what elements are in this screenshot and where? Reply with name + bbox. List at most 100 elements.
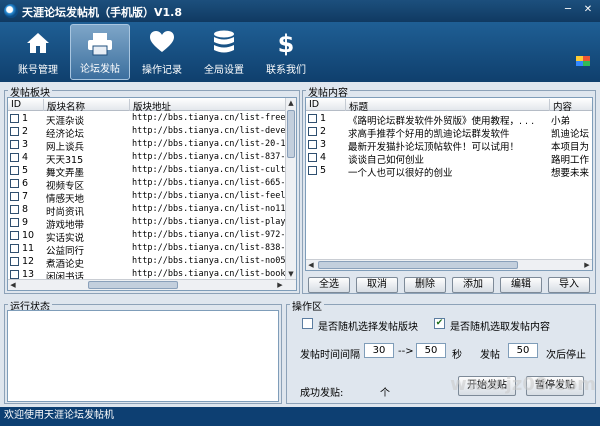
- scroll-right-icon[interactable]: ▶: [582, 260, 592, 270]
- random-board-checkbox[interactable]: [302, 318, 313, 329]
- posts-col-title[interactable]: 标题: [346, 99, 550, 111]
- boards-col-name[interactable]: 版块名称: [44, 99, 130, 111]
- status-bar: 欢迎使用天涯论坛发帖机: [0, 407, 600, 426]
- toolbar-settings-button[interactable]: 全局设置: [194, 24, 254, 80]
- board-id-text: 3: [22, 139, 29, 150]
- boards-vscroll-thumb[interactable]: [287, 110, 295, 158]
- success-label: 成功发贴:: [300, 388, 344, 399]
- post-id: 1: [308, 113, 346, 124]
- boards-hscroll-thumb[interactable]: [88, 281, 178, 289]
- post-row-checkbox[interactable]: [308, 153, 317, 162]
- board-row[interactable]: 2 经济论坛 http://bbs.tianya.cn/list-develo: [8, 125, 287, 140]
- board-id-text: 7: [22, 191, 29, 202]
- close-button[interactable]: ✕: [580, 3, 596, 17]
- toolbar-account-button[interactable]: 账号管理: [8, 24, 68, 80]
- import-button[interactable]: 导入: [548, 277, 590, 293]
- toolbar-log-button[interactable]: 操作记录: [132, 24, 192, 80]
- board-row-checkbox[interactable]: [10, 127, 19, 136]
- post-content: 想要未来: [551, 168, 590, 179]
- post-row-checkbox[interactable]: [308, 166, 317, 175]
- board-row[interactable]: 4 天天315 http://bbs.tianya.cn/list-837-1.: [8, 151, 287, 166]
- board-row[interactable]: 12 煮酒论史 http://bbs.tianya.cn/list-no05-1: [8, 255, 287, 270]
- post-row-checkbox[interactable]: [308, 114, 317, 123]
- board-url: http://bbs.tianya.cn/list-no05-1: [132, 256, 287, 266]
- board-id-text: 2: [22, 126, 29, 137]
- scroll-left-icon[interactable]: ◀: [306, 260, 316, 270]
- scroll-up-icon[interactable]: ▲: [286, 98, 296, 108]
- count-input[interactable]: 50: [508, 343, 538, 358]
- board-row-checkbox[interactable]: [10, 218, 19, 227]
- post-id-text: 2: [320, 126, 327, 137]
- board-row-checkbox[interactable]: [10, 192, 19, 201]
- board-row-checkbox[interactable]: [10, 205, 19, 214]
- board-row-checkbox[interactable]: [10, 179, 19, 188]
- board-row[interactable]: 6 视频专区 http://bbs.tianya.cn/list-665-1.: [8, 177, 287, 192]
- board-row-checkbox[interactable]: [10, 166, 19, 175]
- post-id: 2: [308, 126, 346, 137]
- random-content-checkbox[interactable]: ✔: [434, 318, 445, 329]
- board-row[interactable]: 3 网上谈兵 http://bbs.tianya.cn/list-20-1.s: [8, 138, 287, 153]
- board-row-checkbox[interactable]: [10, 153, 19, 162]
- interval-max-input[interactable]: 50: [416, 343, 446, 358]
- interval-min-input[interactable]: 30: [364, 343, 394, 358]
- board-row-checkbox[interactable]: [10, 231, 19, 240]
- scroll-down-icon[interactable]: ▼: [286, 269, 296, 279]
- posts-col-content[interactable]: 内容: [550, 99, 592, 111]
- cancel-button[interactable]: 取消: [356, 277, 398, 293]
- board-id: 7: [10, 191, 44, 202]
- log-textarea[interactable]: [7, 310, 279, 402]
- board-row[interactable]: 5 舞文弄墨 http://bbs.tianya.cn/list-cultur: [8, 164, 287, 179]
- board-id: 3: [10, 139, 44, 150]
- board-id: 6: [10, 178, 44, 189]
- board-id: 9: [10, 217, 44, 228]
- post-row-checkbox[interactable]: [308, 127, 317, 136]
- board-id: 11: [10, 243, 44, 254]
- post-row[interactable]: 2 求高手推荐个好用的凯迪论坛群发软件 凯迪论坛: [306, 125, 592, 140]
- board-row[interactable]: 8 时尚资讯 http://bbs.tianya.cn/list-no11-1: [8, 203, 287, 218]
- post-row-checkbox[interactable]: [308, 140, 317, 149]
- interval-label: 发帖时间间隔: [300, 350, 360, 361]
- board-id-text: 6: [22, 178, 29, 189]
- board-row-checkbox[interactable]: [10, 257, 19, 266]
- board-row-checkbox[interactable]: [10, 244, 19, 253]
- board-row[interactable]: 10 实话实说 http://bbs.tianya.cn/list-972-1.: [8, 229, 287, 244]
- posts-hscroll[interactable]: ◀ ▶: [306, 259, 592, 270]
- board-row-checkbox[interactable]: [10, 114, 19, 123]
- toolbar-post-button[interactable]: 论坛发帖: [70, 24, 130, 80]
- home-icon: [27, 33, 49, 53]
- posts-col-id[interactable]: ID: [306, 99, 346, 111]
- skin-icon[interactable]: [576, 56, 590, 66]
- scroll-right-icon[interactable]: ▶: [275, 280, 285, 290]
- board-row[interactable]: 9 游戏地带 http://bbs.tianya.cn/list-play-1: [8, 216, 287, 231]
- board-row[interactable]: 11 公益同行 http://bbs.tianya.cn/list-838-1.: [8, 242, 287, 257]
- post-row[interactable]: 1 《路明论坛群发软件外贸版》使用教程，. . . 小弟: [306, 112, 592, 127]
- post-row[interactable]: 3 最新开发猫扑论坛顶帖软件！可以试用！ 本项目为: [306, 138, 592, 153]
- toolbar-account-label: 账号管理: [18, 65, 58, 76]
- board-row[interactable]: 1 天涯杂谈 http://bbs.tianya.cn/list-free-1: [8, 112, 287, 127]
- ops-panel-title: 操作区: [290, 298, 324, 313]
- delete-button[interactable]: 删除: [404, 277, 446, 293]
- board-id-text: 4: [22, 152, 29, 163]
- board-id-text: 5: [22, 165, 29, 176]
- board-row-checkbox[interactable]: [10, 140, 19, 149]
- add-button[interactable]: 添加: [452, 277, 494, 293]
- minimize-button[interactable]: ─: [560, 3, 576, 17]
- boards-col-url[interactable]: 版块地址: [130, 99, 288, 111]
- boards-col-id[interactable]: ID: [8, 99, 44, 111]
- board-row-checkbox[interactable]: [10, 270, 19, 279]
- boards-hscroll[interactable]: ◀ ▶: [8, 279, 296, 290]
- board-url: http://bbs.tianya.cn/list-838-1.: [132, 243, 287, 253]
- board-url: http://bbs.tianya.cn/list-no11-1: [132, 204, 287, 214]
- post-row[interactable]: 5 一个人也可以很好的创业 想要未来: [306, 164, 592, 179]
- post-row[interactable]: 4 谈谈自己如何创业 路明工作: [306, 151, 592, 166]
- edit-button[interactable]: 编辑: [500, 277, 542, 293]
- board-id-text: 9: [22, 217, 29, 228]
- select-all-button[interactable]: 全选: [308, 277, 350, 293]
- database-icon: [214, 30, 234, 53]
- boards-vscroll[interactable]: ▲ ▼: [285, 98, 296, 279]
- scroll-left-icon[interactable]: ◀: [8, 280, 18, 290]
- toolbar-contact-button[interactable]: $ 联系我们: [256, 24, 316, 80]
- board-row[interactable]: 7 情感天地 http://bbs.tianya.cn/list-feelin: [8, 190, 287, 205]
- posts-hscroll-thumb[interactable]: [318, 261, 518, 269]
- board-url: http://bbs.tianya.cn/list-play-1: [132, 217, 287, 227]
